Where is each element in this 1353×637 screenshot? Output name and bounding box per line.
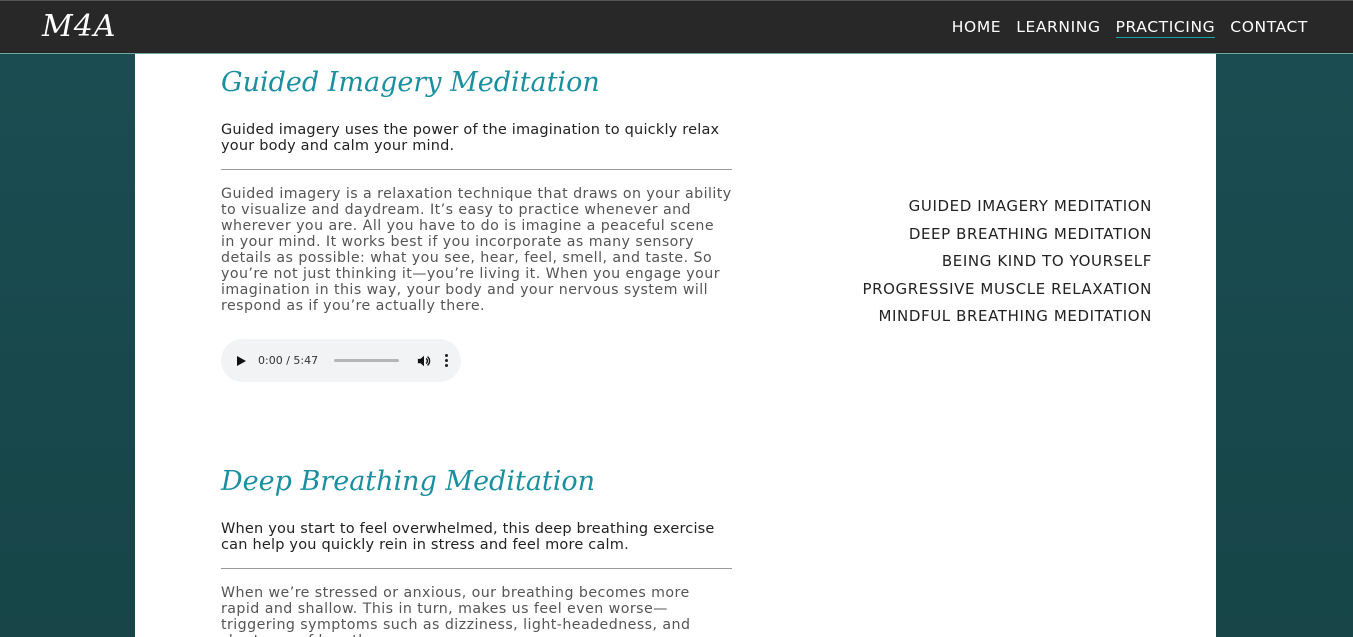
toc-mindful-breathing[interactable]: MINDFUL BREATHING MEDITATION xyxy=(862,303,1152,331)
divider xyxy=(221,169,732,170)
toc-deep-breathing[interactable]: DEEP BREATHING MEDITATION xyxy=(862,221,1152,249)
site-logo[interactable]: M4A xyxy=(42,9,116,44)
volume-icon[interactable] xyxy=(417,354,431,368)
toc-guided-imagery[interactable]: GUIDED IMAGERY MEDITATION xyxy=(862,193,1152,221)
section-lead: Guided imagery uses the power of the ima… xyxy=(221,122,720,154)
toc-progressive-muscle[interactable]: PROGRESSIVE MUSCLE RELAXATION xyxy=(862,276,1152,304)
more-options-icon[interactable] xyxy=(445,354,449,367)
main-nav: HOME LEARNING PRACTICING CONTACT xyxy=(952,18,1308,38)
section-title: Guided Imagery Meditation xyxy=(221,67,600,98)
divider xyxy=(221,568,732,569)
section-title: Deep Breathing Meditation xyxy=(221,466,596,497)
nav-home[interactable]: HOME xyxy=(952,18,1001,38)
audio-time: 0:00 / 5:47 xyxy=(258,354,319,367)
section-guided-imagery: Guided Imagery Meditation Guided imagery… xyxy=(221,66,732,314)
toc-being-kind[interactable]: BEING KIND TO YOURSELF xyxy=(862,248,1152,276)
page-table-of-contents: GUIDED IMAGERY MEDITATION DEEP BREATHING… xyxy=(862,193,1152,331)
section-deep-breathing: Deep Breathing Meditation When you start… xyxy=(221,465,732,637)
nav-contact[interactable]: CONTACT xyxy=(1230,18,1308,38)
top-navbar: M4A HOME LEARNING PRACTICING CONTACT xyxy=(0,0,1353,54)
nav-learning[interactable]: LEARNING xyxy=(1016,18,1100,38)
section-body: When we’re stressed or anxious, our brea… xyxy=(221,585,691,637)
play-icon[interactable] xyxy=(237,355,246,366)
audio-progress-slider[interactable] xyxy=(334,359,400,362)
content-panel: Guided Imagery Meditation Guided imagery… xyxy=(135,54,1216,637)
audio-player[interactable]: 0:00 / 5:47 xyxy=(221,339,461,382)
section-lead: When you start to feel overwhelmed, this… xyxy=(221,521,715,553)
nav-practicing[interactable]: PRACTICING xyxy=(1115,18,1216,38)
section-body: Guided imagery is a relaxation technique… xyxy=(221,186,732,314)
